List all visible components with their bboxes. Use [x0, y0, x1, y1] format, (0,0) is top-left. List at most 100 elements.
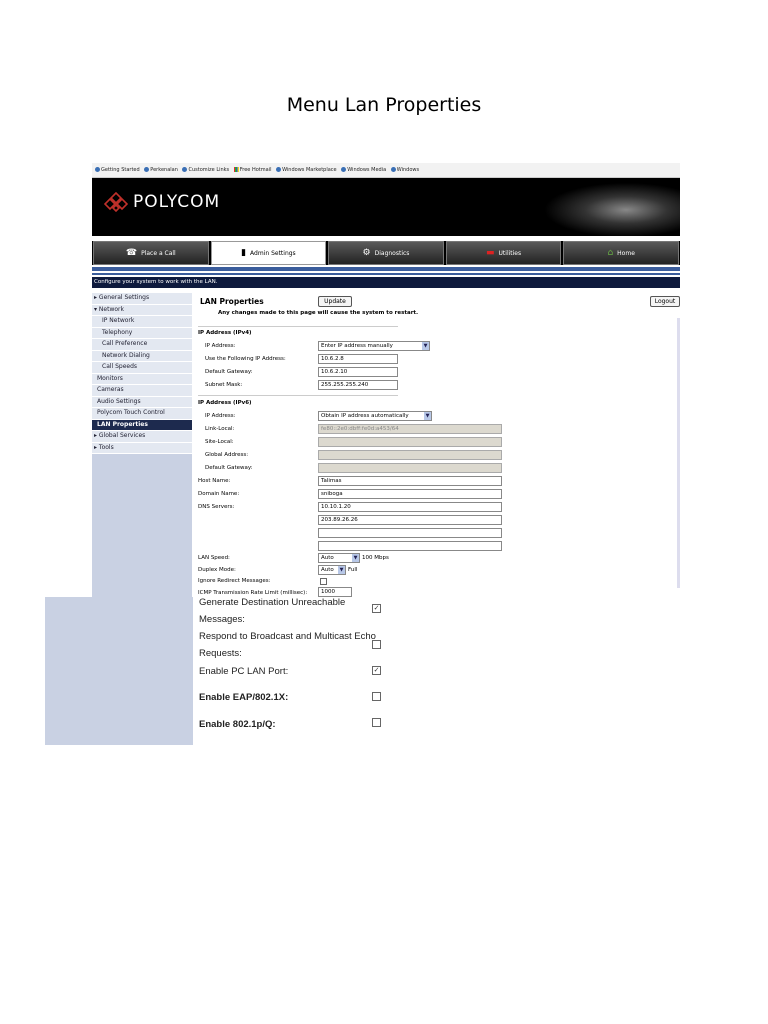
ipv4-address-field[interactable]: 10.6.2.8 [318, 354, 398, 364]
dns-server-4-field[interactable] [318, 541, 502, 551]
subnet-mask-field[interactable]: 255.255.255.240 [318, 380, 398, 390]
favorite-link[interactable]: Free Hotmail [233, 167, 271, 173]
sidebar-item-tools[interactable]: ▸ Tools [92, 442, 192, 454]
site-local-label: Site-Local: [205, 439, 234, 445]
logout-button[interactable]: Logout [650, 296, 680, 307]
dns-server-3-field[interactable] [318, 528, 502, 538]
site-local-field [318, 437, 502, 447]
sidebar-background [45, 597, 193, 745]
favorite-link[interactable]: Windows Media [341, 167, 386, 173]
sidebar-item-cameras[interactable]: Cameras [92, 385, 192, 397]
lan-speed-label: LAN Speed: [198, 555, 230, 561]
domain-name-label: Domain Name: [198, 491, 240, 497]
lan-speed-select[interactable]: Auto ▼ [318, 553, 360, 563]
ipv6-section-title: IP Address (IPv6) [198, 400, 252, 406]
diagnostics-icon: ⚙ [362, 248, 371, 258]
enable-pc-lan-checkbox[interactable]: ✓ [372, 666, 381, 675]
sidebar-item-audio-settings[interactable]: Audio Settings [92, 396, 192, 408]
use-ip-label: Use the Following IP Address: [205, 356, 286, 362]
enable-eap-checkbox[interactable] [372, 692, 381, 701]
dns-server-2-field[interactable]: 203.89.26.26 [318, 515, 502, 525]
ipv6-gateway-field [318, 463, 502, 473]
dns-server-1-field[interactable]: 10.10.1.20 [318, 502, 502, 512]
ignore-redirect-checkbox[interactable] [320, 578, 327, 585]
sidebar-item-general-settings[interactable]: ▸ General Settings [92, 293, 192, 305]
favorite-link[interactable]: Perkenalan [144, 167, 178, 173]
favorite-link[interactable]: Customize Links [182, 167, 229, 173]
lan-speed-actual: 100 Mbps [362, 555, 389, 561]
favorite-link[interactable]: Getting Started [95, 167, 140, 173]
page-title: LAN Properties [200, 297, 264, 306]
ipv4-ip-label: IP Address: [205, 343, 236, 349]
domain-name-field[interactable]: sniboga [318, 489, 502, 499]
lan-properties-panel: LAN Properties Update Logout Any changes… [198, 293, 680, 599]
admin-settings-icon: ▮ [241, 248, 247, 258]
polycom-logo: POLYCOM [104, 192, 220, 212]
link-local-label: Link-Local: [205, 426, 235, 432]
config-message: Configure your system to work with the L… [92, 277, 680, 288]
divider [92, 267, 680, 271]
global-address-label: Global Address: [205, 452, 249, 458]
dns-servers-label: DNS Servers: [198, 504, 235, 510]
enable-8021p-checkbox[interactable] [372, 718, 381, 727]
tab-utilities[interactable]: ▬ Utilities [445, 241, 562, 265]
ipv6-mode-select[interactable]: Obtain IP address automatically ▼ [318, 411, 432, 421]
duplex-actual: Full [348, 567, 358, 573]
respond-broadcast-label: Respond to Broadcast and Multicast Echo … [199, 631, 376, 659]
main-nav: ☎ Place a Call ▮ Admin Settings ⚙ Diagnosti… [92, 241, 680, 265]
sidebar-item-network-dialing[interactable]: Network Dialing [92, 350, 192, 362]
water-splash-image [530, 178, 680, 236]
chevron-down-icon: ▼ [422, 342, 429, 350]
tab-home[interactable]: ⌂ Home [563, 241, 679, 265]
home-icon: ⌂ [607, 248, 614, 258]
sidebar-item-network[interactable]: ▾ Network [92, 304, 192, 316]
polycom-logo-icon [104, 192, 128, 212]
favorites-bar: Getting Started Perkenalan Customize Lin… [92, 163, 680, 178]
ignore-redirect-label: Ignore Redirect Messages: [198, 578, 271, 584]
ipv4-gateway-field[interactable]: 10.6.2.10 [318, 367, 398, 377]
enable-pc-lan-label: Enable PC LAN Port: [199, 666, 289, 677]
header-banner: POLYCOM [92, 178, 680, 236]
host-name-field[interactable]: Talimas [318, 476, 502, 486]
ipv4-mode-select[interactable]: Enter IP address manually ▼ [318, 341, 430, 351]
chevron-down-icon: ▼ [352, 554, 359, 562]
global-address-field [318, 450, 502, 460]
enable-8021p-label: Enable 802.1p/Q: [199, 719, 276, 730]
divider [198, 326, 398, 327]
chevron-down-icon: ▼ [338, 566, 345, 574]
polycom-screenshot: Getting Started Perkenalan Customize Lin… [92, 163, 680, 599]
utilities-icon: ▬ [486, 248, 495, 258]
gen-dest-unreachable-label: Generate Destination Unreachable Message… [199, 597, 346, 625]
sidebar-item-monitors[interactable]: Monitors [92, 373, 192, 385]
ipv6-ip-label: IP Address: [205, 413, 236, 419]
sidebar-item-call-preference[interactable]: Call Preference [92, 339, 192, 351]
sidebar-item-polycom-touch-control[interactable]: Polycom Touch Control [92, 408, 192, 420]
divider [198, 395, 398, 396]
document-title: Menu Lan Properties [286, 94, 482, 116]
enable-eap-label: Enable EAP/802.1X: [199, 692, 289, 703]
gen-dest-unreachable-checkbox[interactable]: ✓ [372, 604, 381, 613]
update-button[interactable]: Update [318, 296, 352, 307]
ipv6-gateway-label: Default Gateway: [205, 465, 253, 471]
favorite-link[interactable]: Windows Marketplace [276, 167, 337, 173]
sidebar-item-telephony[interactable]: Telephony [92, 327, 192, 339]
subnet-mask-label: Subnet Mask: [205, 382, 243, 388]
ipv4-section-title: IP Address (IPv4) [198, 330, 252, 336]
sidebar-item-ip-network[interactable]: IP Network [92, 316, 192, 328]
sidebar-item-lan-properties[interactable]: LAN Properties [92, 419, 192, 431]
divider [92, 273, 680, 275]
sidebar: ▸ General Settings ▾ Network IP Network … [92, 293, 192, 599]
favorite-link[interactable]: Windows [390, 167, 419, 173]
respond-broadcast-checkbox[interactable] [372, 640, 381, 649]
tab-place-a-call[interactable]: ☎ Place a Call [93, 241, 209, 265]
sidebar-item-call-speeds[interactable]: Call Speeds [92, 362, 192, 374]
scrollbar[interactable] [677, 318, 680, 588]
host-name-label: Host Name: [198, 478, 231, 484]
duplex-mode-select[interactable]: Auto ▼ [318, 565, 346, 575]
tab-admin-settings[interactable]: ▮ Admin Settings [210, 241, 327, 265]
phone-icon: ☎ [125, 248, 138, 258]
tab-diagnostics[interactable]: ⚙ Diagnostics [328, 241, 444, 265]
chevron-down-icon: ▼ [424, 412, 431, 420]
restart-warning: Any changes made to this page will cause… [218, 310, 419, 316]
sidebar-item-global-services[interactable]: ▸ Global Services [92, 431, 192, 443]
